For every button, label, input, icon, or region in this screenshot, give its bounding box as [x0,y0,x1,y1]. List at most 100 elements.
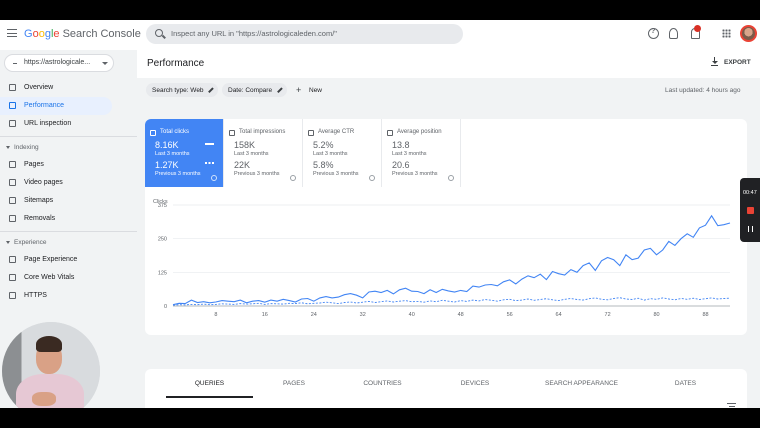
metric-prev-period: Previous 3 months [155,171,201,177]
search-console-logo[interactable]: Google Search Console [24,28,141,40]
metric-prev-period: Previous 3 months [313,171,359,177]
sidebar-item-removals[interactable]: Removals [0,210,112,228]
metric-prev-period: Previous 3 months [234,171,280,177]
sidebar-item-label: Overview [24,84,54,91]
chevron-down-icon [102,62,108,65]
tab-queries[interactable]: QUERIES [166,380,253,387]
filter-chip-date[interactable]: Date: Compare [222,83,287,97]
sidebar-item-label: HTTPS [24,292,47,299]
metric-average-position[interactable]: Average position 13.8 Last 3 months 20.6… [382,119,461,187]
avatar[interactable] [740,25,757,42]
sidebar-item-label: Page Experience [24,256,78,263]
recording-time: 00:47 [743,190,757,196]
chevron-down-icon [6,146,10,149]
info-icon[interactable] [369,175,375,181]
speed-icon [9,274,16,281]
x-tick-label: 88 [702,312,708,318]
page-experience-icon [9,256,16,263]
x-tick-label: 48 [458,312,464,318]
metric-name: Total impressions [239,129,286,135]
property-icon [13,63,17,64]
page-title: Performance [147,58,205,69]
x-tick-label: 64 [556,312,562,318]
top-bar: Google Search Console Inspect any URL in… [0,20,760,50]
stop-recording-icon[interactable] [747,207,754,214]
presenter-hand [32,392,56,406]
sidebar-item-core-web-vitals[interactable]: Core Web Vitals [0,269,112,287]
checkbox-icon [308,130,314,136]
sidebar-item-overview[interactable]: Overview [0,79,112,97]
filter-chip-search-type[interactable]: Search type: Web [146,83,218,97]
info-icon[interactable] [290,175,296,181]
metric-total-clicks[interactable]: Total clicks 8.16K Last 3 months 1.27K P… [145,119,224,187]
section-experience[interactable]: Experience [0,236,112,250]
sidebar-item-label: Video pages [24,179,63,186]
property-label: https://astrologicale... [24,59,91,66]
chevron-down-icon [6,241,10,244]
info-icon[interactable] [448,175,454,181]
report-tabs: QUERIES PAGES COUNTRIES DEVICES SEARCH A… [145,369,747,408]
metric-total-impressions[interactable]: Total impressions 158K Last 3 months 22K… [224,119,303,187]
page-header: Performance EXPORT [137,50,760,78]
tab-countries[interactable]: COUNTRIES [335,380,430,387]
metric-value: 158K [234,140,256,150]
section-label: Indexing [14,144,39,151]
checkbox-icon [229,130,235,136]
metric-period: Last 3 months [313,151,348,157]
info-icon[interactable] [211,175,217,181]
sidebar-item-url-inspection[interactable]: URL inspection [0,115,112,133]
sidebar-item-video-pages[interactable]: Video pages [0,174,112,192]
tab-pages[interactable]: PAGES [253,380,335,387]
edit-icon [208,87,214,93]
pause-icon[interactable] [748,226,753,232]
performance-chart-card: Total clicks 8.16K Last 3 months 1.27K P… [145,119,747,335]
x-tick-label: 16 [262,312,268,318]
manage-users-icon[interactable] [669,28,678,39]
filter-rows-icon[interactable] [727,403,736,408]
sidebar-item-sitemaps[interactable]: Sitemaps [0,192,112,210]
edit-icon [277,87,283,93]
checkbox-icon [387,130,393,136]
clicks-line-chart[interactable]: Clicks37525012508 16 24 32 40 48 56 64 72 80 88 [145,195,747,335]
x-tick-label: 40 [409,312,415,318]
metric-name: Total clicks [160,129,190,135]
search-placeholder: Inspect any URL in "https://astrological… [171,29,337,38]
y-tick-label: 250 [158,237,167,243]
tab-devices[interactable]: DEVICES [430,380,520,387]
url-inspect-search[interactable]: Inspect any URL in "https://astrological… [146,24,463,44]
main-menu-icon[interactable] [7,29,17,37]
apps-grid-icon[interactable] [722,29,731,38]
section-label: Experience [14,239,47,246]
sidebar-item-label: Pages [24,161,44,168]
lock-icon [9,292,16,299]
search-icon [9,120,16,127]
metric-value: 13.8 [392,140,410,150]
sidebar-item-page-experience[interactable]: Page Experience [0,251,112,269]
sidebar-item-label: Core Web Vitals [24,274,75,281]
sidebar-item-https[interactable]: HTTPS [0,287,112,305]
sidebar-item-label: Performance [24,102,65,109]
metric-prev-value: 1.27K [155,160,179,170]
help-icon[interactable] [648,28,659,39]
section-indexing[interactable]: Indexing [0,141,112,155]
divider [0,136,137,137]
removals-icon [9,215,16,222]
metric-value: 5.2% [313,140,334,150]
x-tick-label: 8 [214,312,217,318]
tab-dates[interactable]: DATES [643,380,728,387]
metric-period: Last 3 months [392,151,427,157]
sidebar-item-performance[interactable]: Performance [0,97,112,115]
screen-recorder-widget: 00:47 [740,178,760,242]
property-selector[interactable]: https://astrologicale... [4,54,114,72]
dashed-line-legend-icon [205,162,214,164]
browser-screen: Google Search Console Inspect any URL in… [0,20,760,408]
sidebar-item-label: Removals [24,215,56,222]
metric-prev-value: 5.8% [313,160,334,170]
trending-up-icon [9,102,16,109]
sidebar-item-pages[interactable]: Pages [0,156,112,174]
metric-average-ctr[interactable]: Average CTR 5.2% Last 3 months 5.8% Prev… [303,119,382,187]
tab-search-appearance[interactable]: SEARCH APPEARANCE [520,380,643,387]
new-filter-button[interactable]: + New [293,83,323,97]
pages-icon [9,161,16,168]
solid-line-legend-icon [205,143,214,145]
